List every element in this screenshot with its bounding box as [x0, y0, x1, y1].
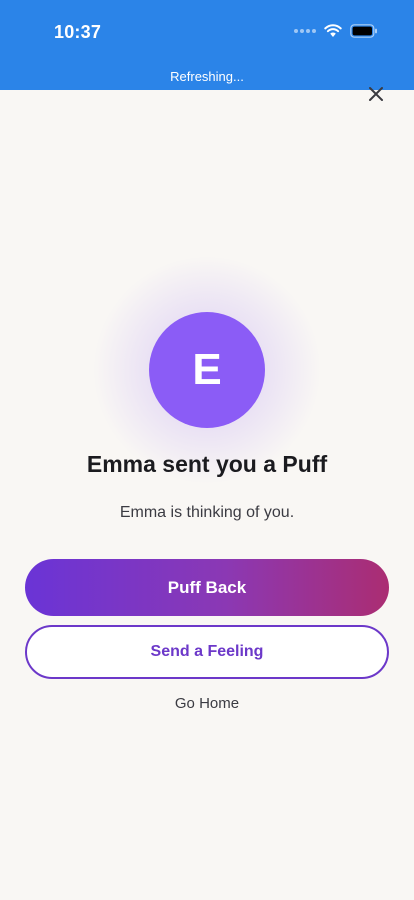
- close-icon: [369, 87, 383, 101]
- status-icons: [294, 24, 378, 38]
- message-subtitle: Emma is thinking of you.: [119, 504, 295, 521]
- status-bar: 10:37 Refreshing...: [0, 0, 414, 90]
- wifi-icon: [324, 24, 342, 37]
- go-home-link[interactable]: Go Home: [0, 695, 414, 712]
- close-button[interactable]: [366, 84, 386, 104]
- status-time: 10:37: [54, 22, 102, 42]
- puff-back-button[interactable]: Puff Back: [25, 559, 389, 616]
- avatar: E: [149, 312, 265, 428]
- battery-icon: [350, 24, 377, 38]
- cellular-icon: [294, 29, 316, 33]
- send-feeling-button[interactable]: Send a Feeling: [25, 625, 389, 679]
- page-title: Emma sent you a Puff: [86, 451, 328, 477]
- puff-received-screen: 10:37 Refreshing... E Emma sent you a Pu…: [0, 0, 414, 900]
- refreshing-label: Refreshing...: [170, 69, 244, 84]
